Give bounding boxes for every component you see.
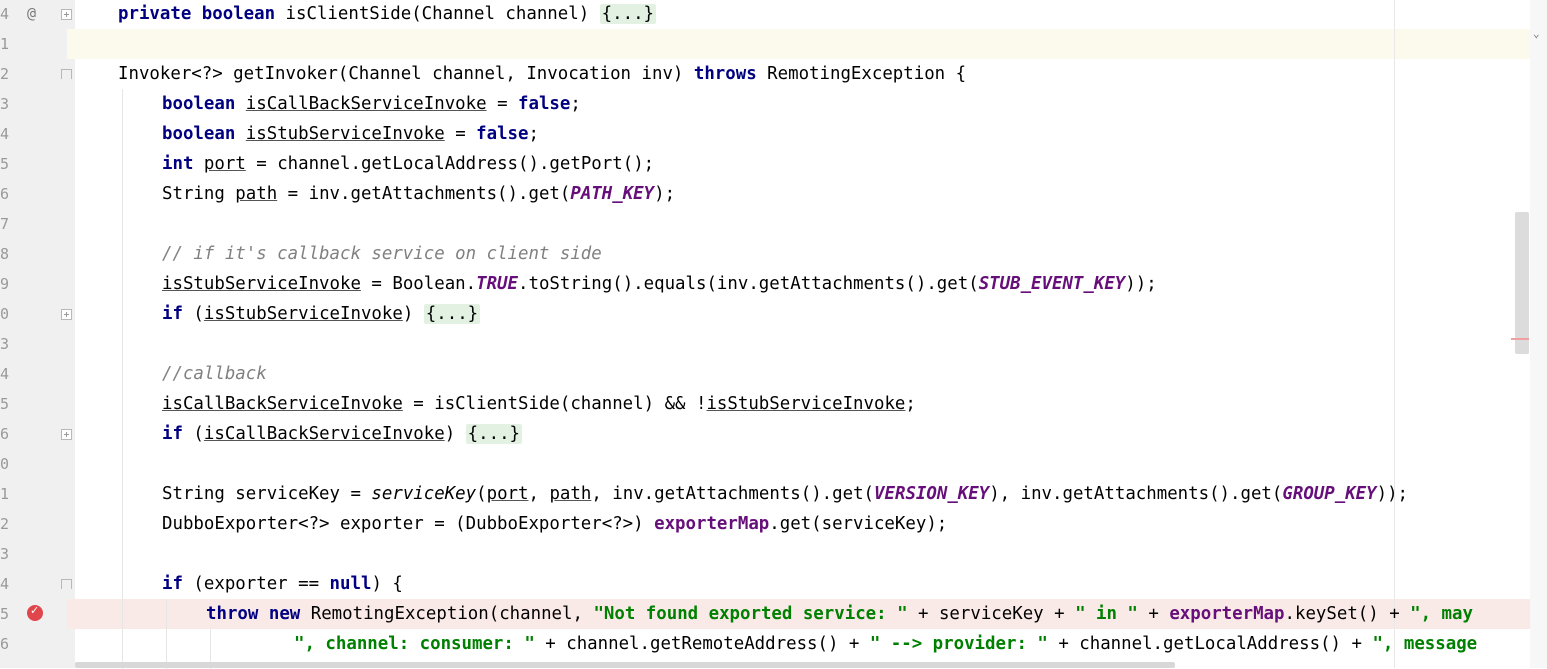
indent-guide bbox=[122, 89, 123, 669]
line-number: 4 bbox=[0, 575, 10, 593]
scrollbar-thumb[interactable] bbox=[1515, 212, 1529, 354]
line-number: 6 bbox=[0, 185, 10, 203]
indent-guide bbox=[166, 599, 167, 669]
line-number: 6 bbox=[0, 425, 10, 443]
fold-expand-icon[interactable] bbox=[61, 9, 72, 20]
code-line[interactable]: String path = inv.getAttachments().get(P… bbox=[162, 179, 675, 209]
code-line[interactable]: isCallBackServiceInvoke = isClientSide(c… bbox=[162, 389, 916, 419]
line-number: 9 bbox=[0, 275, 10, 293]
code-line[interactable]: int port = channel.getLocalAddress().get… bbox=[162, 149, 654, 179]
line-number: 0 bbox=[0, 305, 10, 323]
line-number: 3 bbox=[0, 545, 10, 563]
line-number: 3 bbox=[0, 335, 10, 353]
line-number: 1 bbox=[0, 485, 10, 503]
line-number: 0 bbox=[0, 455, 10, 473]
code-line[interactable]: private boolean isClientSide(Channel cha… bbox=[118, 0, 657, 29]
code-line[interactable]: if (isCallBackServiceInvoke) {...} bbox=[162, 419, 523, 449]
line-number: 2 bbox=[0, 65, 10, 83]
folded-code[interactable]: {...} bbox=[423, 304, 481, 324]
current-line-highlight bbox=[67, 29, 1530, 59]
horizontal-scrollbar[interactable] bbox=[75, 662, 1175, 668]
code-line[interactable]: if (exporter == null) { bbox=[162, 569, 403, 599]
override-annotation-icon[interactable]: @ bbox=[27, 4, 36, 22]
breakpoint-icon[interactable]: ✓ bbox=[27, 604, 43, 621]
code-line[interactable]: boolean isStubServiceInvoke = false; bbox=[162, 119, 539, 149]
line-number: 2 bbox=[0, 515, 10, 533]
folded-code[interactable]: {...} bbox=[465, 424, 523, 444]
code-line[interactable]: Invoker<?> getInvoker(Channel channel, I… bbox=[118, 59, 966, 89]
fold-expand-icon[interactable] bbox=[61, 429, 72, 440]
code-line[interactable]: if (isStubServiceInvoke) {...} bbox=[162, 299, 481, 329]
code-comment[interactable]: // if it's callback service on client si… bbox=[162, 239, 602, 269]
code-comment[interactable]: //callback bbox=[162, 359, 267, 389]
fold-expand-icon[interactable] bbox=[61, 309, 72, 320]
line-number: 7 bbox=[0, 215, 10, 233]
fold-collapse-icon[interactable] bbox=[61, 579, 72, 589]
code-line[interactable]: throw new RemotingException(channel, "No… bbox=[206, 599, 1473, 629]
code-line[interactable]: ", channel: consumer: " + channel.getRem… bbox=[294, 629, 1477, 659]
line-number: 3 bbox=[0, 95, 10, 113]
line-number: 4 bbox=[0, 125, 10, 143]
code-line[interactable]: isStubServiceInvoke = Boolean.TRUE.toStr… bbox=[162, 269, 1157, 299]
line-number: 4 bbox=[0, 365, 10, 383]
vertical-scrollbar[interactable] bbox=[1530, 0, 1547, 668]
fold-collapse-icon[interactable] bbox=[61, 69, 72, 79]
error-stripe-marker[interactable] bbox=[1511, 338, 1529, 340]
line-number: 8 bbox=[0, 245, 10, 263]
code-line[interactable]: String serviceKey = serviceKey(port, pat… bbox=[162, 479, 1408, 509]
line-number: 4 bbox=[0, 5, 10, 23]
folded-code[interactable]: {...} bbox=[599, 4, 657, 24]
line-number: 5 bbox=[0, 155, 10, 173]
line-number: 5 bbox=[0, 605, 10, 623]
chevron-down-icon[interactable]: ⌄ bbox=[1533, 27, 1540, 40]
line-number: 5 bbox=[0, 395, 10, 413]
code-line[interactable]: DubboExporter<?> exporter = (DubboExport… bbox=[162, 509, 947, 539]
line-number: 6 bbox=[0, 635, 10, 653]
line-number: 1 bbox=[0, 35, 10, 53]
right-margin-guide bbox=[1394, 0, 1395, 668]
code-line[interactable]: boolean isCallBackServiceInvoke = false; bbox=[162, 89, 581, 119]
